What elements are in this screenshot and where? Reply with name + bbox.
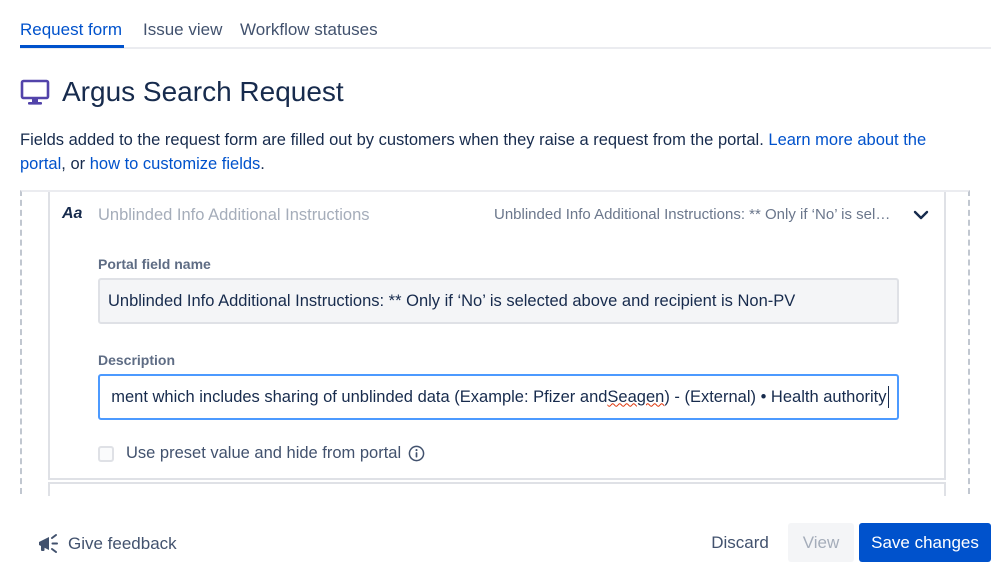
next-field-card	[48, 482, 946, 496]
preset-value-checkbox[interactable]	[98, 445, 114, 462]
intro-text: Fields added to the request form are fil…	[20, 128, 970, 176]
give-feedback-label: Give feedback	[68, 534, 177, 553]
chevron-down-icon[interactable]	[912, 206, 930, 224]
description-label: Description	[98, 352, 176, 368]
discard-button[interactable]: Discard	[698, 523, 782, 562]
field-card: Aa Unblinded Info Additional Instruction…	[48, 192, 946, 480]
intro-text-part: , or	[61, 155, 90, 173]
page-header: Argus Search Request	[20, 74, 344, 110]
customize-fields-link[interactable]: how to customize fields	[90, 155, 261, 173]
megaphone-icon	[39, 534, 58, 553]
tab-workflow-statuses[interactable]: Workflow statuses	[240, 20, 378, 40]
monitor-icon	[20, 79, 50, 105]
intro-text-part: Fields added to the request form are fil…	[20, 131, 769, 149]
save-changes-button[interactable]: Save changes	[859, 523, 991, 562]
give-feedback-button[interactable]: Give feedback	[36, 532, 177, 556]
tab-request-form[interactable]: Request form	[20, 20, 122, 40]
portal-field-name-label: Portal field name	[98, 256, 211, 272]
page-title: Argus Search Request	[62, 76, 344, 107]
field-title: Unblinded Info Additional Instructions	[98, 206, 370, 224]
portal-field-name-input[interactable]: Unblinded Info Additional Instructions: …	[98, 278, 899, 324]
description-text: ment which includes sharing of unblinded…	[111, 387, 608, 406]
intro-text-part: .	[260, 155, 265, 173]
info-icon[interactable]	[408, 445, 425, 462]
description-input[interactable]: ment which includes sharing of unblinded…	[98, 374, 899, 420]
preset-value-option: Use preset value and hide from portal	[98, 444, 425, 463]
view-button[interactable]: View	[788, 523, 854, 562]
tab-bar: Request form Issue view Workflow statuse…	[20, 0, 991, 49]
tab-issue-view[interactable]: Issue view	[143, 20, 222, 40]
field-summary: Unblinded Info Additional Instructions: …	[494, 206, 894, 223]
preset-value-label[interactable]: Use preset value and hide from portal	[126, 444, 401, 463]
text-type-icon: Aa	[62, 205, 83, 222]
text-caret	[887, 386, 889, 408]
description-text: ) - (External) • Health authority	[664, 387, 887, 406]
form-canvas: Aa Unblinded Info Additional Instruction…	[20, 190, 970, 496]
misspelled-word: Seagen	[607, 387, 665, 406]
active-tab-indicator	[20, 45, 124, 48]
